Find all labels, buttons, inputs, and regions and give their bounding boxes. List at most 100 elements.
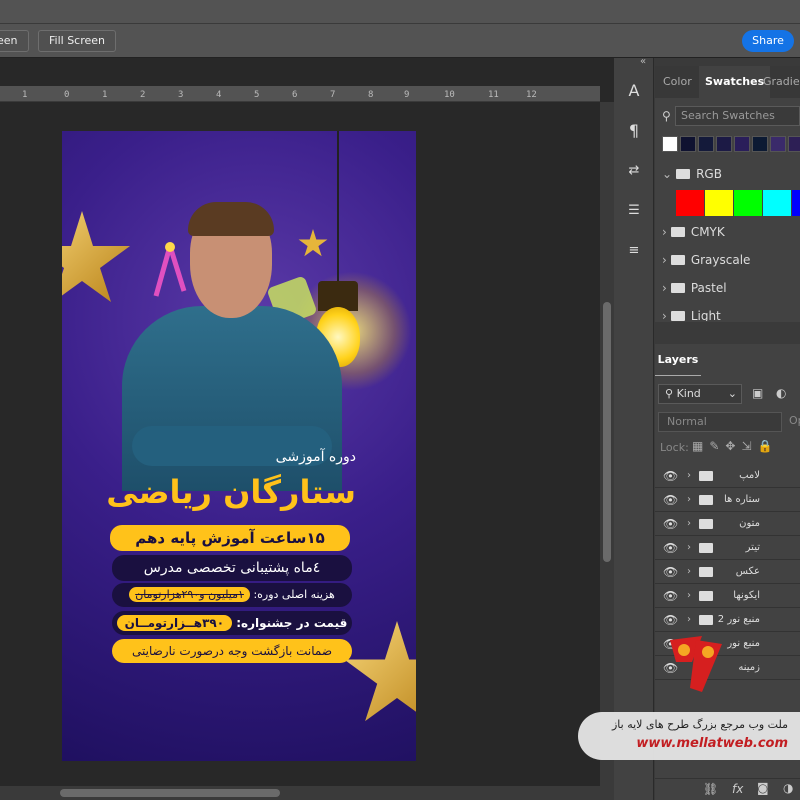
swatch[interactable] bbox=[734, 136, 750, 152]
search-swatches-input[interactable]: Search Swatches bbox=[675, 106, 800, 126]
scroll-thumb[interactable] bbox=[60, 789, 280, 797]
festival-price: ۳۹۰هــزارتومــان bbox=[116, 615, 233, 631]
layer-row[interactable]: 👁 › لامپ bbox=[655, 464, 800, 488]
swatch-group-pastel[interactable]: › Pastel bbox=[662, 275, 800, 301]
swatch-red[interactable] bbox=[676, 190, 704, 216]
layer-name: لامپ bbox=[739, 470, 760, 481]
properties-panel-icon[interactable]: ≡ bbox=[622, 240, 646, 262]
ruler-tick: 9 bbox=[404, 90, 410, 100]
ruler-tick: 1 bbox=[22, 90, 28, 100]
eye-icon[interactable]: 👁 bbox=[663, 464, 678, 488]
layer-row[interactable]: 👁 › منبع نور 2 bbox=[655, 608, 800, 632]
swatch-cyan[interactable] bbox=[763, 190, 791, 216]
blend-mode-select[interactable]: Normal bbox=[658, 412, 782, 432]
swatch[interactable] bbox=[770, 136, 786, 152]
swatch[interactable] bbox=[752, 136, 768, 152]
tab-layers[interactable]: Layers bbox=[655, 344, 701, 376]
adjustment-icon[interactable]: ◑ bbox=[783, 781, 793, 795]
opacity-label: Op bbox=[789, 414, 800, 427]
layer-row[interactable]: 👁 › عکس bbox=[655, 560, 800, 584]
chevron-right-icon[interactable]: › bbox=[687, 464, 691, 488]
swatch-green[interactable] bbox=[734, 190, 762, 216]
ruler-tick: 2 bbox=[140, 90, 146, 100]
chevron-right-icon[interactable]: › bbox=[662, 309, 667, 321]
ruler-tick: 6 bbox=[292, 90, 298, 100]
adjustments-panel-icon[interactable]: ☰ bbox=[622, 200, 646, 222]
chevron-right-icon[interactable]: › bbox=[687, 608, 691, 632]
chevron-right-icon[interactable]: › bbox=[662, 253, 667, 267]
folder-icon bbox=[670, 227, 685, 237]
original-price-row: هزینه اصلی دوره: ۱میلیون و۲۹۰هزارتومان bbox=[112, 583, 352, 607]
image-filter-icon[interactable]: ▣ bbox=[752, 386, 763, 400]
adjustment-filter-icon[interactable]: ◐ bbox=[776, 386, 786, 400]
group-name: CMYK bbox=[690, 225, 725, 239]
chevron-right-icon[interactable]: › bbox=[687, 536, 691, 560]
swatch[interactable] bbox=[716, 136, 732, 152]
chevron-right-icon[interactable]: › bbox=[687, 584, 691, 608]
character-panel-icon[interactable]: A bbox=[622, 80, 646, 102]
tab-gradient[interactable]: Gradient bbox=[757, 66, 800, 98]
eye-icon[interactable]: 👁 bbox=[663, 584, 678, 608]
swatch-group-grayscale[interactable]: › Grayscale bbox=[662, 247, 800, 273]
fx-icon[interactable]: fx bbox=[732, 782, 743, 796]
chevron-right-icon[interactable]: › bbox=[687, 560, 691, 584]
layer-kind-filter[interactable]: ⚲ Kind ⌄ bbox=[658, 384, 742, 404]
eye-icon[interactable]: 👁 bbox=[663, 536, 678, 560]
layer-row[interactable]: 👁 › تیتر bbox=[655, 536, 800, 560]
layer-name: متون bbox=[739, 518, 760, 529]
chevron-right-icon[interactable]: › bbox=[662, 281, 667, 295]
chevron-right-icon[interactable]: › bbox=[687, 488, 691, 512]
swatch[interactable] bbox=[788, 136, 800, 152]
eye-icon[interactable]: 👁 bbox=[663, 488, 678, 512]
folder-icon bbox=[670, 311, 685, 321]
vertical-scrollbar[interactable] bbox=[600, 102, 614, 800]
fill-screen-button[interactable]: Fill Screen bbox=[38, 30, 117, 52]
search-icon: ⚲ bbox=[665, 387, 677, 400]
swatch-group-rgb[interactable]: ⌄ RGB bbox=[662, 161, 800, 187]
layer-row[interactable]: 👁 › ستاره ها bbox=[655, 488, 800, 512]
horizontal-scrollbar[interactable] bbox=[0, 786, 600, 800]
folder-icon bbox=[699, 591, 713, 601]
ruler-tick: 3 bbox=[178, 90, 184, 100]
scroll-thumb[interactable] bbox=[603, 302, 611, 562]
guarantee-banner: ضمانت بازگشت وجه درصورت نارضایتی bbox=[112, 639, 352, 663]
swatch-yellow[interactable] bbox=[705, 190, 733, 216]
horizontal-ruler: 1 0 1 2 3 4 5 6 7 8 9 10 11 12 bbox=[0, 86, 600, 102]
tab-color[interactable]: Color bbox=[657, 66, 698, 98]
collapse-panels-icon[interactable]: « bbox=[640, 56, 646, 67]
folder-icon bbox=[676, 169, 691, 179]
paragraph-panel-icon[interactable]: ¶ bbox=[622, 120, 646, 142]
chevron-down-icon[interactable]: ⌄ bbox=[662, 167, 672, 181]
ruler-tick: 12 bbox=[526, 90, 537, 100]
watermark-banner: ملت وب مرجع بزرگ طرح های لایه باز www.me… bbox=[578, 712, 800, 760]
original-price: ۱میلیون و۲۹۰هزارتومان bbox=[129, 587, 250, 602]
swatch-group-light[interactable]: › Light bbox=[662, 303, 800, 321]
mask-icon[interactable]: ◙ bbox=[757, 781, 769, 795]
folder-icon bbox=[670, 283, 685, 293]
chevron-right-icon[interactable]: › bbox=[687, 512, 691, 536]
swatch[interactable] bbox=[662, 136, 678, 152]
poster-artwork[interactable]: دوره آموزشی ستارگان ریاضی ۱۵ساعت آموزش پ… bbox=[62, 131, 416, 761]
ruler-tick: 7 bbox=[330, 90, 336, 100]
layer-row[interactable]: 👁 › ایکونها bbox=[655, 584, 800, 608]
swatch-blue[interactable] bbox=[792, 190, 800, 216]
chevron-right-icon[interactable]: › bbox=[662, 225, 667, 239]
folder-icon bbox=[699, 495, 713, 505]
ruler-tick: 1 bbox=[102, 90, 108, 100]
eye-icon[interactable]: 👁 bbox=[663, 512, 678, 536]
layer-row[interactable]: 👁 › متون bbox=[655, 512, 800, 536]
screen-button[interactable]: een bbox=[0, 30, 29, 52]
eye-icon[interactable]: 👁 bbox=[663, 608, 678, 632]
eye-icon[interactable]: 👁 bbox=[663, 560, 678, 584]
swatch[interactable] bbox=[698, 136, 714, 152]
menu-bar bbox=[0, 0, 800, 24]
swatch[interactable] bbox=[680, 136, 696, 152]
history-panel-icon[interactable]: ⇄ bbox=[622, 160, 646, 182]
link-icon[interactable]: ⛓ bbox=[703, 782, 718, 796]
layers-bottom-bar: ⛓ fx ◙ ◑ bbox=[655, 778, 800, 800]
share-button[interactable]: Share bbox=[742, 30, 794, 52]
ruler-tick: 0 bbox=[64, 90, 70, 100]
swatch-group-cmyk[interactable]: › CMYK bbox=[662, 219, 800, 245]
lock-icons[interactable]: ▦✎✥⇲🔒 bbox=[692, 439, 778, 453]
kind-label: Kind bbox=[676, 387, 701, 400]
